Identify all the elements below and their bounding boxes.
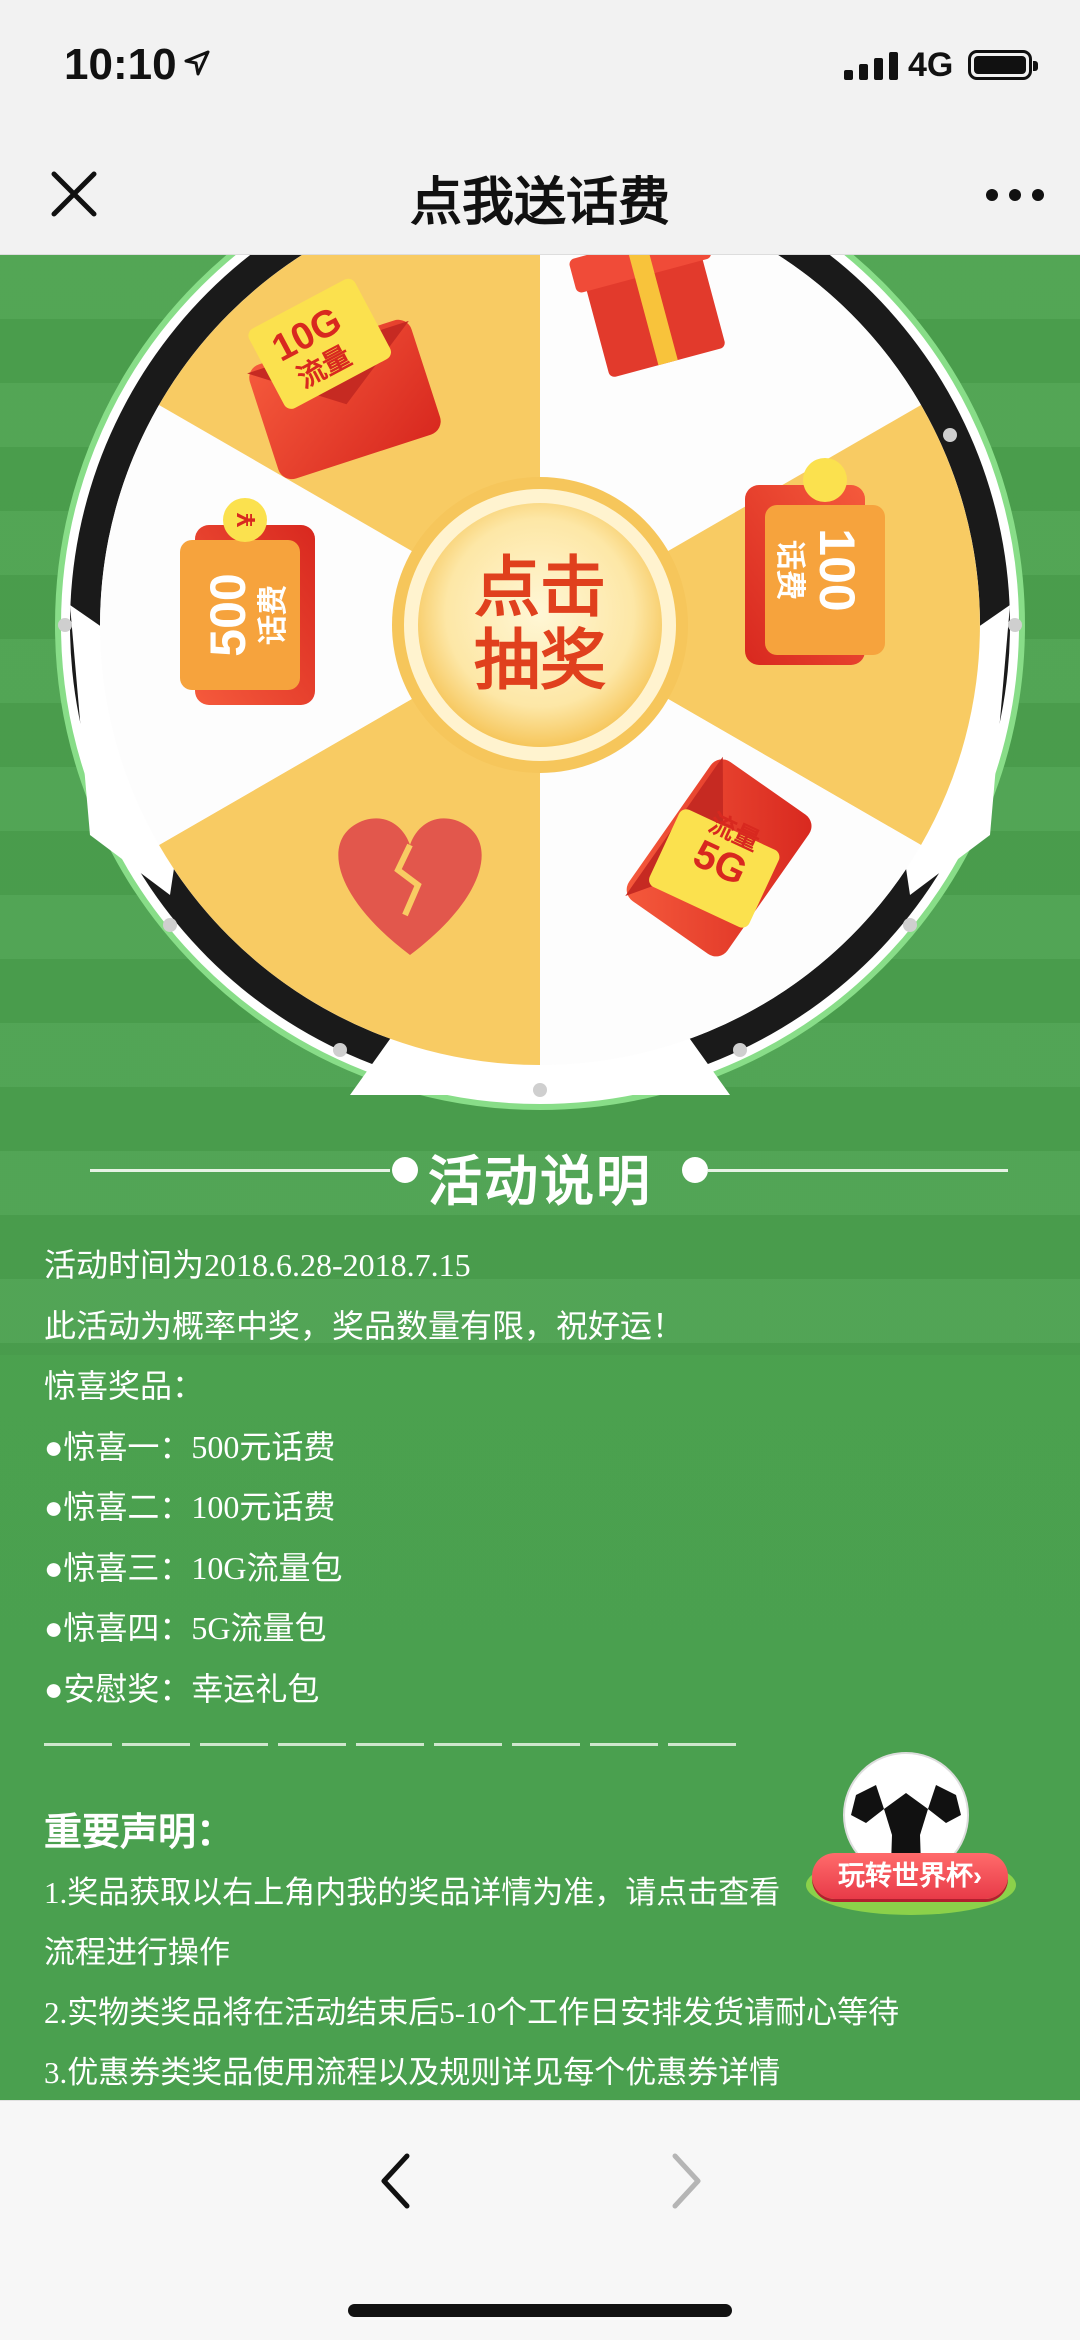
rule-line: 惊喜奖品： <box>44 1368 205 1404</box>
prize-500-amount: 500 <box>200 573 256 656</box>
spin-button[interactable]: 点击 抽奖 <box>392 477 688 773</box>
rule-line: ●惊喜一：500元话费 <box>44 1428 336 1465</box>
notice-line: 3.优惠券类奖品使用流程以及规则详见每个优惠券详情 <box>44 2055 781 2090</box>
notice-line: 2.实物类奖品将在活动结束后5-10个工作日安排发货请耐心等待 <box>44 1995 900 2030</box>
status-time: 10:10 <box>64 40 177 89</box>
activity-rules: 活动时间为2018.6.28-2018.7.15 此活动为概率中奖，奖品数量有限… <box>44 1235 684 1719</box>
worldcup-floating-button[interactable]: 玩转世界杯› <box>796 1735 1026 1935</box>
nav-header: 点我送话费 <box>0 134 1080 255</box>
rule-line: 此活动为概率中奖，奖品数量有限，祝好运！ <box>44 1307 685 1344</box>
forward-arrow-icon[interactable] <box>650 2141 720 2221</box>
browser-toolbar <box>0 2100 1080 2340</box>
prize-100-amount: 100 <box>809 528 865 611</box>
dashed-divider <box>44 1743 744 1746</box>
battery-icon <box>968 50 1038 80</box>
more-options-icon[interactable] <box>980 170 1050 220</box>
page-title: 点我送话费 <box>409 174 670 232</box>
notice-heading: 重要声明： <box>44 1812 235 1854</box>
yuan-icon: ¥ <box>231 512 261 527</box>
divider-line <box>708 1169 1008 1172</box>
spin-label-line1: 点击 <box>474 549 606 626</box>
section-title: 活动说明 <box>428 1152 652 1212</box>
prize-100-unit: 话费 <box>772 540 807 600</box>
rule-line: ●惊喜三：10G流量包 <box>44 1549 343 1586</box>
back-arrow-icon[interactable] <box>362 2141 432 2221</box>
status-bar: 10:10 4G <box>0 0 1080 134</box>
rule-line: ●安慰奖：幸运礼包 <box>44 1670 320 1707</box>
worldcup-label: 玩转世界杯› <box>812 1853 1008 1899</box>
section-header: 活动说明 <box>0 1125 1080 1215</box>
location-arrow-icon <box>184 50 210 76</box>
rule-line: ●惊喜二：100元话费 <box>44 1489 336 1525</box>
spin-label-line2: 抽奖 <box>474 622 606 699</box>
prize-500-unit: 话费 <box>256 585 291 645</box>
main-content: 10G 流量 100 话费 5G 流量 500 话费 ¥ 点击 抽奖 活动说明 … <box>0 255 1080 2100</box>
important-notice: 重要声明： 1.奖品获取以右上角内我的奖品详情为准，请点击查看 流程进行操作 2… <box>44 1803 899 2100</box>
network-type: 4G <box>908 46 954 84</box>
home-indicator <box>348 2304 732 2317</box>
cellular-signal-icon <box>844 52 898 80</box>
notice-line: 流程进行操作 <box>44 1935 230 1970</box>
soccer-ball-icon <box>806 1752 1016 1915</box>
rule-line: ●惊喜四：5G流量包 <box>44 1610 327 1646</box>
lottery-wheel[interactable]: 10G 流量 100 话费 5G 流量 500 话费 ¥ 点击 抽奖 <box>50 255 1030 1115</box>
notice-line: 1.奖品获取以右上角内我的奖品详情为准，请点击查看 <box>44 1875 781 1910</box>
rule-line: 活动时间为2018.6.28-2018.7.15 <box>44 1247 471 1283</box>
prize-500-credit: 500 话费 ¥ <box>180 498 315 705</box>
